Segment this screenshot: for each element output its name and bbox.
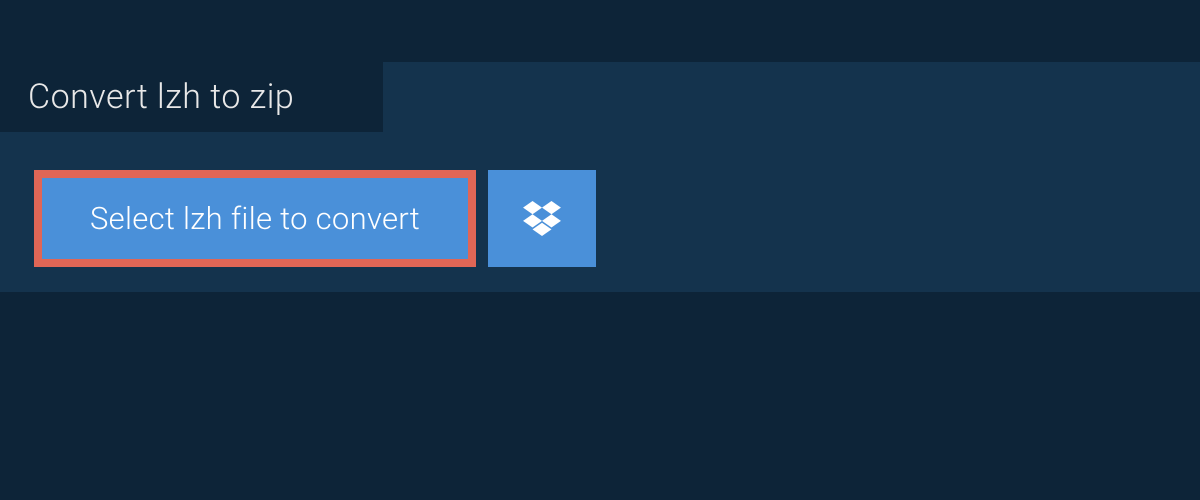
dropbox-button[interactable] — [488, 170, 596, 267]
select-file-button[interactable]: Select lzh file to convert — [34, 170, 476, 267]
page-title-tab: Convert lzh to zip — [0, 62, 383, 132]
dropbox-icon — [523, 201, 561, 237]
page-title: Convert lzh to zip — [28, 77, 294, 117]
upload-button-row: Select lzh file to convert — [34, 170, 596, 267]
